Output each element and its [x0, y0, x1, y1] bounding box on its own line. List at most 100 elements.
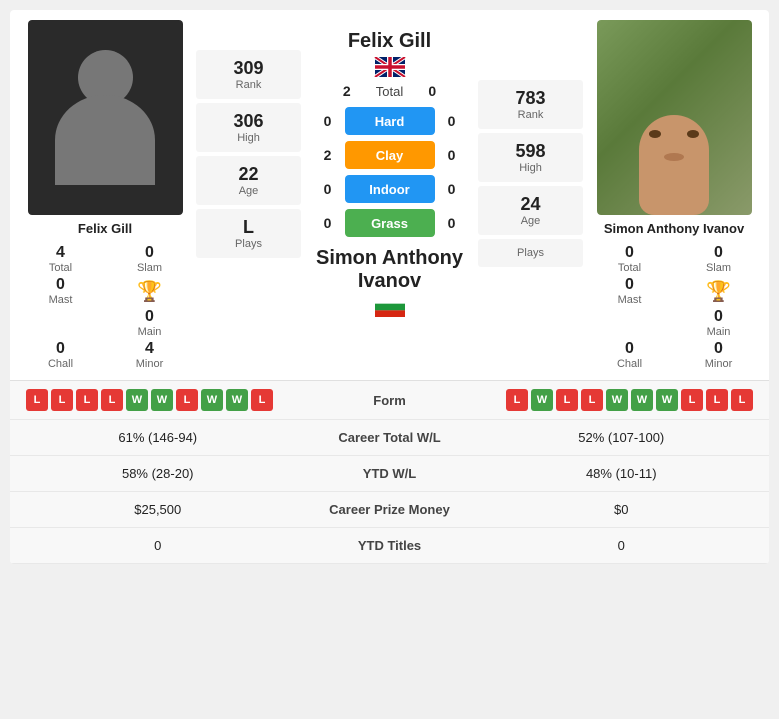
- form-label: Form: [350, 393, 430, 408]
- hard-row: 0 Hard 0: [319, 107, 461, 135]
- player1-ytd-wl: 58% (28-20): [26, 466, 290, 481]
- player2-rank-value: 783: [482, 88, 579, 109]
- form-badge: W: [631, 389, 653, 411]
- player1-ytd-titles: 0: [26, 538, 290, 553]
- player2-high-value: 598: [482, 141, 579, 162]
- p1-clay-score: 2: [319, 147, 337, 163]
- player1-plays-box: L Plays: [196, 209, 301, 258]
- player1-chall-label: Chall: [20, 358, 101, 370]
- form-badge: W: [151, 389, 173, 411]
- player1-slam-label: Slam: [109, 262, 190, 274]
- player2-high-box: 598 High: [478, 133, 583, 182]
- clay-button[interactable]: Clay: [345, 141, 435, 169]
- player1-total-cell: 4 Total: [20, 244, 101, 274]
- total-label: Total: [376, 84, 403, 99]
- p2-clay-score: 0: [443, 147, 461, 163]
- grass-button[interactable]: Grass: [345, 209, 435, 237]
- player2-minor-label: Minor: [678, 358, 759, 370]
- player1-flag-icon: [374, 57, 406, 77]
- p2-grass-score: 0: [443, 215, 461, 231]
- player2-main-value: 0: [678, 308, 759, 326]
- court-section: Felix Gill 2 Total 0 0: [307, 30, 472, 323]
- player2-flag-icon: [374, 297, 406, 317]
- form-badge: L: [26, 389, 48, 411]
- player2-chall-cell: 0 Chall: [589, 340, 670, 370]
- player2-name-top: Simon Anthony Ivanov: [307, 247, 472, 293]
- player2-rank-stats: 783 Rank 598 High 24 Age Plays: [478, 80, 583, 267]
- player2-slam-cell: 0 Slam: [678, 244, 759, 274]
- player2-minor-cell: 0 Minor: [678, 340, 759, 370]
- player2-total-cell: 0 Total: [589, 244, 670, 274]
- player2-ytd-wl: 48% (10-11): [490, 466, 754, 481]
- player1-high-box: 306 High: [196, 103, 301, 152]
- prize-label: Career Prize Money: [290, 502, 490, 517]
- form-badge: L: [556, 389, 578, 411]
- player1-rank-label: Rank: [200, 79, 297, 91]
- player1-slam-value: 0: [109, 244, 190, 262]
- player1-plays-label: Plays: [200, 238, 297, 250]
- form-badge: L: [101, 389, 123, 411]
- player2-age-label: Age: [482, 215, 579, 227]
- player1-minor-value: 4: [109, 340, 190, 358]
- clay-row: 2 Clay 0: [319, 141, 461, 169]
- player2-prize: $0: [490, 502, 754, 517]
- hard-button[interactable]: Hard: [345, 107, 435, 135]
- player1-name: Felix Gill: [78, 221, 132, 236]
- player2-main-label: Main: [678, 326, 759, 338]
- player2-plays-label: Plays: [482, 247, 579, 259]
- player1-minor-cell: 4 Minor: [109, 340, 190, 370]
- player2-slam-value: 0: [678, 244, 759, 262]
- player1-high-label: High: [200, 132, 297, 144]
- p2-indoor-score: 0: [443, 181, 461, 197]
- player1-rank-value: 309: [200, 58, 297, 79]
- player2-age-value: 24: [482, 194, 579, 215]
- form-badge: W: [531, 389, 553, 411]
- player1-total-value: 4: [20, 244, 101, 262]
- p1-total-score: 2: [338, 83, 356, 99]
- player2-total-value: 0: [589, 244, 670, 262]
- player1-chall-cell: 0 Chall: [20, 340, 101, 370]
- player2-mast-value: 0: [589, 276, 670, 294]
- player2-chall-label: Chall: [589, 358, 670, 370]
- player2-trophy-cell: 🏆: [678, 276, 759, 306]
- indoor-button[interactable]: Indoor: [345, 175, 435, 203]
- player1-main-value: 0: [109, 308, 190, 326]
- player1-main-label: Main: [109, 326, 190, 338]
- form-badge: L: [581, 389, 603, 411]
- player1-column: Felix Gill 4 Total 0 Slam 0 Mast 🏆: [20, 20, 190, 370]
- player2-name: Simon Anthony Ivanov: [604, 221, 744, 236]
- p2-total-score: 0: [423, 83, 441, 99]
- player1-rank-stats: 309 Rank 306 High 22 Age L Plays: [196, 50, 301, 258]
- player1-plays-value: L: [200, 217, 297, 238]
- court-rows: 0 Hard 0 2 Clay 0 0 Indoor 0 0 Grass: [307, 107, 472, 237]
- player2-trophy-icon: 🏆: [706, 279, 731, 304]
- form-badge: L: [681, 389, 703, 411]
- form-badge: L: [176, 389, 198, 411]
- form-badge: L: [76, 389, 98, 411]
- p1-grass-score: 0: [319, 215, 337, 231]
- player1-slam-cell: 0 Slam: [109, 244, 190, 274]
- form-badge: L: [251, 389, 273, 411]
- player2-mast-label: Mast: [589, 294, 670, 306]
- player2-flag-container: [374, 297, 406, 317]
- prize-row: $25,500 Career Prize Money $0: [10, 492, 769, 528]
- player2-main-cell: 0 Main: [678, 308, 759, 338]
- player2-photo: [597, 20, 752, 215]
- player1-age-label: Age: [200, 185, 297, 197]
- ytd-titles-label: YTD Titles: [290, 538, 490, 553]
- form-row: LLLLWWLWWL Form LWLLWWWLLL: [10, 381, 769, 420]
- player1-high-value: 306: [200, 111, 297, 132]
- career-wl-label: Career Total W/L: [290, 430, 490, 445]
- player1-mast-label: Mast: [20, 294, 101, 306]
- form-badge: W: [126, 389, 148, 411]
- ytd-titles-row: 0 YTD Titles 0: [10, 528, 769, 564]
- form-badge: W: [656, 389, 678, 411]
- p1-indoor-score: 0: [319, 181, 337, 197]
- player1-age-box: 22 Age: [196, 156, 301, 205]
- player1-chall-value: 0: [20, 340, 101, 358]
- player2-form-badges: LWLLWWWLLL: [438, 389, 754, 411]
- indoor-row: 0 Indoor 0: [319, 175, 461, 203]
- player1-rank-box: 309 Rank: [196, 50, 301, 99]
- form-badge: W: [226, 389, 248, 411]
- player1-name-top: Felix Gill: [348, 30, 431, 53]
